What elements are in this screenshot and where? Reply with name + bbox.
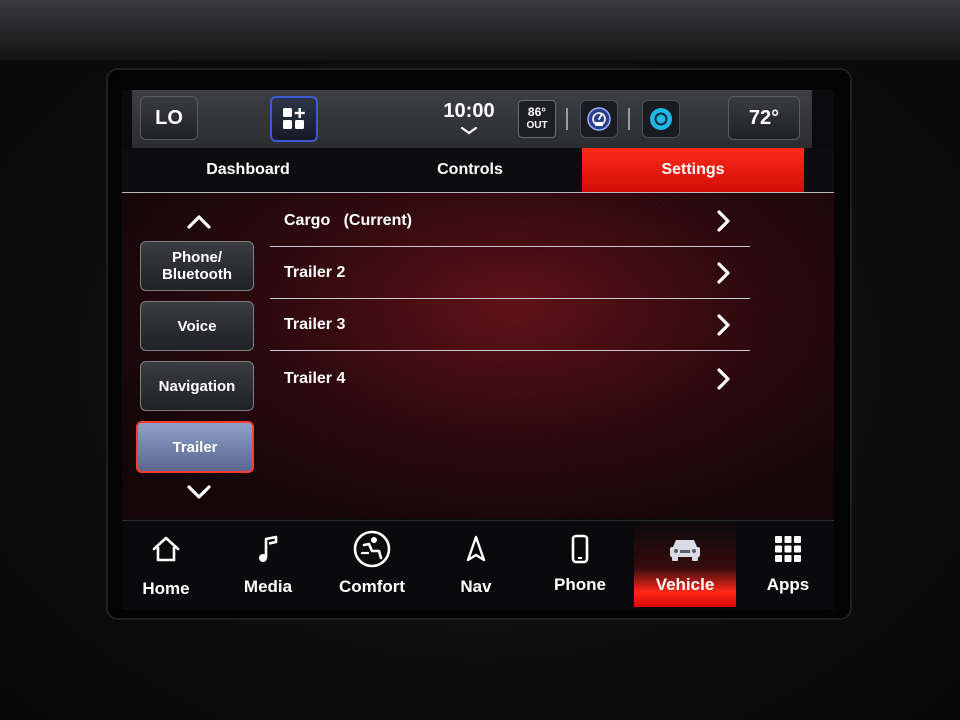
clock[interactable]: 10:00 bbox=[442, 100, 496, 135]
passenger-temp-button[interactable]: 72° bbox=[728, 96, 800, 140]
dock-label: Phone bbox=[554, 575, 606, 594]
grid-plus-icon bbox=[283, 108, 305, 129]
dock-label: Nav bbox=[460, 577, 492, 596]
chevron-right-icon bbox=[717, 210, 730, 232]
driver-temp-label: LO bbox=[155, 106, 183, 129]
chevron-right-icon bbox=[717, 314, 730, 336]
status-divider bbox=[566, 108, 568, 130]
sidebar-scroll-down[interactable] bbox=[174, 477, 224, 507]
outside-temp-label: OUT bbox=[526, 120, 548, 131]
passenger-temp-label: 72° bbox=[748, 106, 780, 129]
chevron-down-icon bbox=[442, 125, 496, 135]
settings-content: Phone/ Bluetooth Voice Navigation Traile… bbox=[122, 193, 834, 519]
widget-button[interactable] bbox=[270, 96, 318, 142]
comfort-seat-icon bbox=[353, 530, 391, 568]
car-icon bbox=[670, 540, 700, 561]
dock-label: Comfort bbox=[338, 577, 406, 596]
dock-label: Apps bbox=[766, 575, 810, 594]
phone-icon bbox=[571, 534, 589, 564]
dock-home[interactable]: Home bbox=[122, 521, 214, 607]
tab-label: Settings bbox=[661, 161, 725, 178]
sidebar-item-label: Navigation bbox=[158, 377, 236, 395]
sidebar-item-voice[interactable]: Voice bbox=[140, 301, 254, 351]
list-item-trailer-3[interactable]: Trailer 3 bbox=[270, 299, 750, 351]
sidebar-scroll-up[interactable] bbox=[174, 207, 224, 237]
list-item-label: Trailer 3 bbox=[284, 315, 346, 333]
home-icon bbox=[152, 536, 180, 562]
driver-temp-button[interactable]: LO bbox=[140, 96, 198, 140]
list-item-label: Trailer 4 bbox=[284, 370, 346, 387]
nav-arrow-icon bbox=[466, 535, 486, 562]
chevron-down-icon bbox=[187, 485, 211, 499]
list-item-trailer-4[interactable]: Trailer 4 bbox=[270, 353, 750, 405]
dock-apps[interactable]: Apps bbox=[740, 521, 834, 607]
tab-settings[interactable]: Settings bbox=[582, 148, 804, 192]
apps-grid-icon bbox=[775, 536, 801, 562]
clock-time: 10:00 bbox=[443, 100, 495, 122]
infotainment-screen: LO 10:00 86° OUT 72° Dashboard Controls … bbox=[122, 90, 834, 610]
chevron-right-icon bbox=[717, 368, 730, 390]
sidebar-item-trailer[interactable]: Trailer bbox=[136, 421, 254, 473]
tab-dashboard[interactable]: Dashboard bbox=[160, 148, 336, 192]
chevron-up-icon bbox=[187, 215, 211, 229]
music-note-icon bbox=[259, 535, 278, 562]
dock-comfort[interactable]: Comfort bbox=[324, 521, 420, 607]
list-item-label: Trailer 2 bbox=[284, 263, 346, 281]
sidebar-item-label: Voice bbox=[177, 317, 217, 335]
tab-controls[interactable]: Controls bbox=[382, 148, 558, 192]
list-item-cargo[interactable]: Cargo (Current) bbox=[270, 195, 750, 247]
dock-vehicle[interactable]: Vehicle bbox=[634, 521, 736, 607]
dock-label: Media bbox=[243, 577, 293, 596]
chevron-right-icon bbox=[717, 262, 730, 284]
tab-label: Dashboard bbox=[206, 161, 290, 178]
dock-label: Vehicle bbox=[655, 575, 715, 594]
alexa-icon[interactable] bbox=[642, 100, 680, 138]
status-divider bbox=[628, 108, 630, 130]
gauge-icon[interactable] bbox=[580, 100, 618, 138]
outside-temp-badge: 86° OUT bbox=[518, 100, 556, 138]
dock-media[interactable]: Media bbox=[220, 521, 316, 607]
list-item-trailer-2[interactable]: Trailer 2 bbox=[270, 247, 750, 299]
sidebar-item-phone-bluetooth[interactable]: Phone/ Bluetooth bbox=[140, 241, 254, 291]
dock-nav[interactable]: Nav bbox=[428, 521, 524, 607]
outside-temp-value: 86° bbox=[527, 105, 547, 119]
sidebar-item-label: Trailer bbox=[172, 438, 218, 456]
sidebar-item-label: Phone/ Bluetooth bbox=[162, 249, 232, 283]
list-item-label: Cargo (Current) bbox=[284, 211, 412, 229]
status-bar: LO 10:00 86° OUT 72° bbox=[132, 90, 812, 149]
sidebar-item-navigation[interactable]: Navigation bbox=[140, 361, 254, 411]
dock-label: Home bbox=[142, 579, 190, 598]
dashboard-surround bbox=[0, 0, 960, 60]
bottom-dock: Home Media Comfort Nav Phone Vehicle App… bbox=[122, 520, 834, 610]
dock-phone[interactable]: Phone bbox=[532, 521, 628, 607]
tab-bar: Dashboard Controls Settings bbox=[122, 148, 834, 193]
tab-label: Controls bbox=[437, 161, 503, 178]
